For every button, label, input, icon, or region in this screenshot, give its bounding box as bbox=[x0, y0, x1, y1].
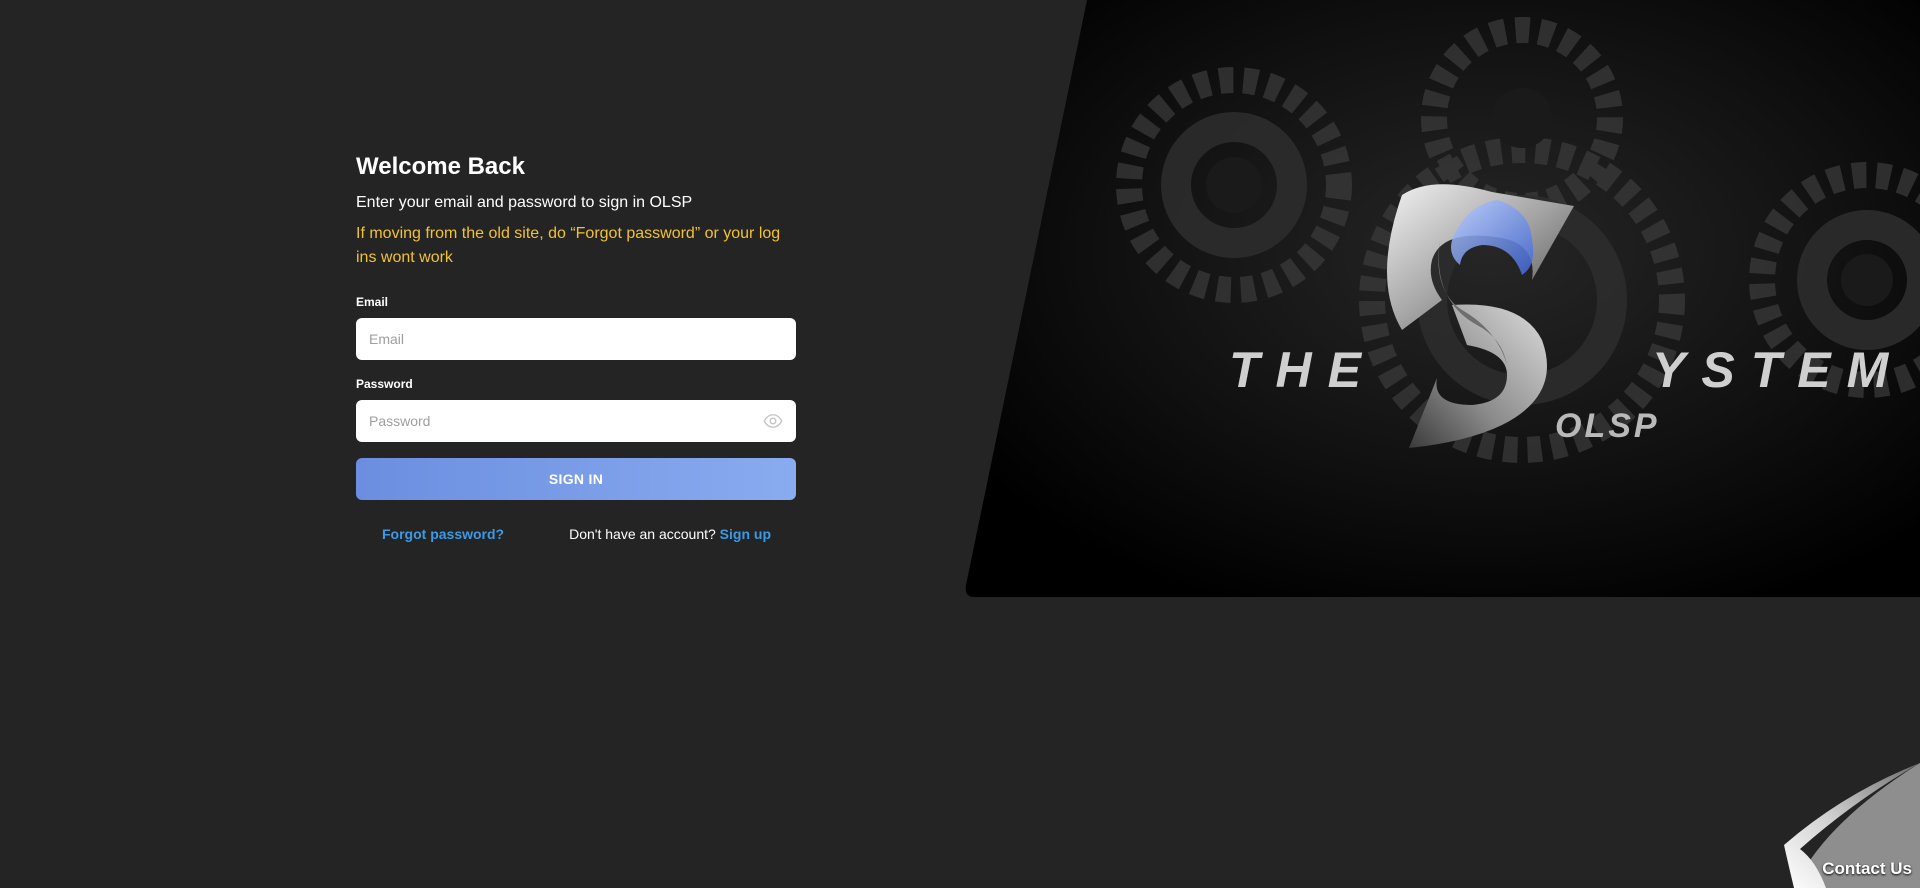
page-title: Welcome Back bbox=[356, 153, 525, 180]
eye-icon[interactable] bbox=[762, 411, 784, 431]
contact-us-button[interactable]: Contact Us bbox=[1784, 763, 1920, 888]
password-field[interactable] bbox=[356, 400, 796, 442]
email-field[interactable] bbox=[356, 318, 796, 360]
migration-warning: If moving from the old site, do “Forgot … bbox=[356, 225, 781, 266]
password-field-wrap bbox=[356, 400, 796, 442]
logo-subtext: OLSP bbox=[1555, 407, 1660, 445]
contact-us-label: Contact Us bbox=[1822, 859, 1912, 878]
no-account-text: Don't have an account? bbox=[569, 526, 716, 542]
hero-banner: THE YSTEM OLSP bbox=[962, 0, 1920, 597]
forgot-password-link[interactable]: Forgot password? bbox=[382, 526, 504, 542]
login-panel: Welcome Back Enter your email and passwo… bbox=[356, 150, 796, 546]
email-label: Email bbox=[356, 295, 389, 309]
auth-links: Forgot password? Don't have an account? … bbox=[356, 526, 796, 546]
sign-up-link[interactable]: Sign up bbox=[720, 526, 771, 542]
sign-in-button[interactable]: SIGN IN bbox=[356, 458, 796, 500]
logo-text-right: YSTEM bbox=[1652, 342, 1904, 398]
logo-text-left: THE bbox=[1229, 342, 1377, 398]
email-field-wrap bbox=[356, 318, 796, 360]
password-label: Password bbox=[356, 377, 413, 391]
login-subtitle: Enter your email and password to sign in… bbox=[356, 194, 693, 211]
signup-prompt: Don't have an account? Sign up bbox=[569, 526, 771, 542]
hero-image: THE YSTEM OLSP bbox=[965, 0, 1920, 597]
